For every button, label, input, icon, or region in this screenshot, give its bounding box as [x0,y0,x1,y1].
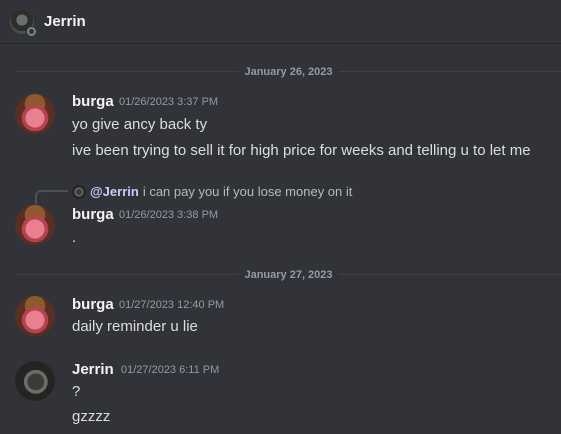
message-author[interactable]: burga [72,296,114,313]
message-timestamp: 01/26/2023 3:37 PM [119,96,219,108]
reply-reference[interactable]: @Jerrin i can pay you if you lose money … [72,184,352,199]
message-text: gzzzz [72,408,111,425]
avatar[interactable] [15,296,55,336]
message-author[interactable]: burga [72,93,114,110]
reply-connector [35,190,68,204]
date-divider: January 26, 2023 [16,66,561,78]
channel-header: Jerrin [0,0,561,44]
channel-title[interactable]: Jerrin [44,13,86,30]
avatar[interactable] [15,205,55,245]
message-text: ive been trying to sell it for high pric… [72,142,531,159]
message-text: ? [72,383,81,400]
message-timestamp: 01/27/2023 6:11 PM [121,364,220,376]
message-author[interactable]: burga [72,206,114,223]
offline-status-icon [26,25,37,37]
avatar[interactable] [15,361,55,401]
message-text: . [72,229,77,246]
user-avatar-icon[interactable] [10,9,37,37]
reply-avatar-icon [72,184,86,199]
reply-mention[interactable]: @Jerrin [90,184,139,199]
date-divider-label: January 26, 2023 [238,66,339,78]
reply-text: i can pay you if you lose money on it [142,184,353,199]
message-timestamp: 01/26/2023 3:38 PM [119,209,219,221]
date-divider: January 27, 2023 [16,269,561,281]
message-timestamp: 01/27/2023 12:40 PM [119,299,225,311]
avatar[interactable] [15,94,55,134]
message-text: daily reminder u lie [72,318,198,335]
message-text: yo give ancy back ty [72,116,208,133]
date-divider-label: January 27, 2023 [238,269,339,281]
message-author[interactable]: Jerrin [72,361,114,378]
